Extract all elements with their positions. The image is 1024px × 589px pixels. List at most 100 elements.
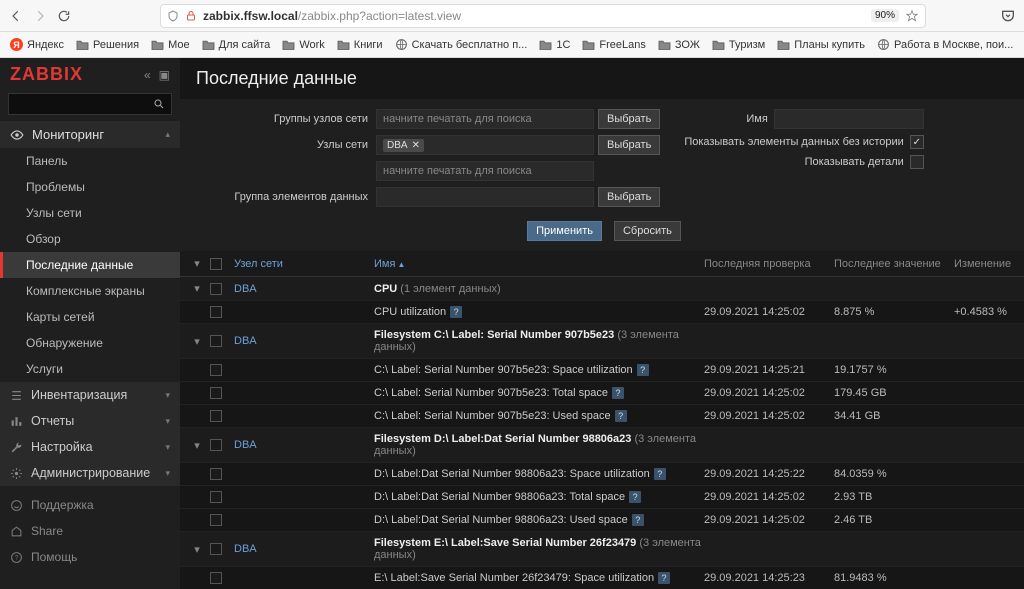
sidebar-item[interactable]: Обзор: [0, 226, 180, 252]
table-row: D:\ Label:Dat Serial Number 98806a23: Sp…: [180, 463, 1024, 486]
item-name[interactable]: C:\ Label: Serial Number 907b5e23: Used …: [374, 410, 704, 422]
star-icon[interactable]: [905, 9, 919, 23]
apply-button[interactable]: Применить: [527, 221, 602, 241]
info-icon[interactable]: ?: [612, 387, 624, 399]
bookmark-item[interactable]: 1С: [535, 37, 574, 53]
application-select-button[interactable]: Выбрать: [598, 187, 660, 207]
hosts-input[interactable]: DBA✕: [376, 135, 594, 155]
sidebar-item[interactable]: Карты сетей: [0, 304, 180, 330]
item-name[interactable]: C:\ Label: Serial Number 907b5e23: Space…: [374, 364, 704, 376]
hostgroups-select-button[interactable]: Выбрать: [598, 109, 660, 129]
hosts-input-extra[interactable]: начните печатать для поиска: [376, 161, 594, 181]
bookmark-item[interactable]: ЗОЖ: [654, 37, 704, 53]
zoom-badge[interactable]: 90%: [871, 9, 899, 22]
bookmark-item[interactable]: Туризм: [708, 37, 769, 53]
show-without-history-checkbox[interactable]: ✓: [910, 135, 924, 149]
sidebar-bottom-support[interactable]: Поддержка: [0, 492, 180, 518]
bookmark-item[interactable]: Work: [278, 37, 328, 53]
row-checkbox[interactable]: [210, 491, 222, 503]
row-checkbox[interactable]: [210, 543, 222, 555]
collapse-toggle[interactable]: ▾: [184, 439, 210, 452]
sidebar-section-list[interactable]: Инвентаризация▾: [0, 382, 180, 408]
col-host[interactable]: Узел сети: [234, 258, 374, 270]
sidebar-item[interactable]: Комплексные экраны: [0, 278, 180, 304]
sidebar-section-wrench[interactable]: Настройка▾: [0, 434, 180, 460]
reset-button[interactable]: Сбросить: [614, 221, 681, 241]
bookmark-item[interactable]: Работа в Москве, пои...: [873, 36, 1017, 53]
chevron-down-icon: ▾: [165, 442, 170, 453]
item-name[interactable]: D:\ Label:Dat Serial Number 98806a23: Sp…: [374, 468, 704, 480]
host-tag[interactable]: DBA✕: [383, 139, 424, 152]
url-bar[interactable]: zabbix.ffsw.local/zabbix.php?action=late…: [160, 4, 926, 28]
row-checkbox[interactable]: [210, 410, 222, 422]
row-checkbox[interactable]: [210, 468, 222, 480]
application-input[interactable]: [376, 187, 594, 207]
host-link[interactable]: DBA: [234, 335, 374, 347]
sidebar-item[interactable]: Узлы сети: [0, 200, 180, 226]
last-value: 2.93 TB: [834, 491, 954, 503]
info-icon[interactable]: ?: [450, 306, 462, 318]
sidebar-bottom-help[interactable]: ?Помощь: [0, 544, 180, 570]
item-name[interactable]: D:\ Label:Dat Serial Number 98806a23: Us…: [374, 514, 704, 526]
bookmark-item[interactable]: ЯЯндекс: [6, 36, 68, 53]
row-checkbox[interactable]: [210, 514, 222, 526]
last-value: 19.1757 %: [834, 364, 954, 376]
forward-icon[interactable]: [32, 8, 48, 24]
logo[interactable]: ZABBIX: [10, 64, 83, 85]
bookmark-item[interactable]: Для сайта: [198, 37, 275, 53]
sidebar-item[interactable]: Панель: [0, 148, 180, 174]
item-name[interactable]: D:\ Label:Dat Serial Number 98806a23: To…: [374, 491, 704, 503]
item-name[interactable]: CPU utilization?: [374, 306, 704, 318]
bookmark-item[interactable]: Скачать бесплатно п...: [391, 36, 532, 53]
hosts-select-button[interactable]: Выбрать: [598, 135, 660, 155]
collapse-sidebar-icon[interactable]: «: [144, 68, 151, 82]
select-all-checkbox[interactable]: [210, 258, 222, 270]
collapse-toggle[interactable]: ▾: [184, 282, 210, 295]
pocket-icon[interactable]: [1000, 8, 1016, 24]
sidebar-menu-icon[interactable]: ▣: [159, 68, 170, 82]
row-checkbox[interactable]: [210, 572, 222, 584]
host-link[interactable]: DBA: [234, 543, 374, 555]
close-icon[interactable]: ✕: [412, 140, 420, 151]
sidebar-search[interactable]: [8, 93, 172, 115]
collapse-toggle[interactable]: ▾: [184, 543, 210, 556]
collapse-toggle[interactable]: ▾: [184, 335, 210, 348]
bookmark-item[interactable]: Мое: [147, 37, 194, 53]
row-checkbox[interactable]: [210, 283, 222, 295]
row-checkbox[interactable]: [210, 439, 222, 451]
info-icon[interactable]: ?: [629, 491, 641, 503]
sidebar-section-gear[interactable]: Администрирование▾: [0, 460, 180, 486]
bookmark-item[interactable]: Планы купить: [773, 37, 869, 53]
sidebar-item[interactable]: Проблемы: [0, 174, 180, 200]
bookmark-item[interactable]: Решения: [72, 37, 143, 53]
show-details-checkbox[interactable]: [910, 155, 924, 169]
info-icon[interactable]: ?: [658, 572, 670, 584]
back-icon[interactable]: [8, 8, 24, 24]
info-icon[interactable]: ?: [654, 468, 666, 480]
row-checkbox[interactable]: [210, 335, 222, 347]
expand-all-toggle[interactable]: ▾: [184, 257, 210, 270]
host-link[interactable]: DBA: [234, 283, 374, 295]
item-name[interactable]: E:\ Label:Save Serial Number 26f23479: S…: [374, 572, 704, 584]
sidebar-bottom-share[interactable]: Share: [0, 518, 180, 544]
reload-icon[interactable]: [56, 8, 72, 24]
name-input[interactable]: [774, 109, 924, 129]
row-checkbox[interactable]: [210, 364, 222, 376]
sidebar-item[interactable]: Последние данные: [0, 252, 180, 278]
col-name[interactable]: Имя▲: [374, 258, 704, 270]
nav-section-monitoring[interactable]: Мониторинг ▴: [0, 121, 180, 148]
bookmark-item[interactable]: Книги: [333, 37, 387, 53]
info-icon[interactable]: ?: [632, 514, 644, 526]
hostgroups-input[interactable]: начните печатать для поиска: [376, 109, 594, 129]
sidebar-item[interactable]: Услуги: [0, 356, 180, 382]
bookmark-item[interactable]: FreeLans: [578, 37, 649, 53]
info-icon[interactable]: ?: [615, 410, 627, 422]
sidebar: ZABBIX « ▣ Мониторинг ▴ ПанельПроблемыУз…: [0, 58, 180, 589]
sidebar-item[interactable]: Обнаружение: [0, 330, 180, 356]
row-checkbox[interactable]: [210, 306, 222, 318]
info-icon[interactable]: ?: [637, 364, 649, 376]
host-link[interactable]: DBA: [234, 439, 374, 451]
item-name[interactable]: C:\ Label: Serial Number 907b5e23: Total…: [374, 387, 704, 399]
sidebar-section-bars[interactable]: Отчеты▾: [0, 408, 180, 434]
row-checkbox[interactable]: [210, 387, 222, 399]
